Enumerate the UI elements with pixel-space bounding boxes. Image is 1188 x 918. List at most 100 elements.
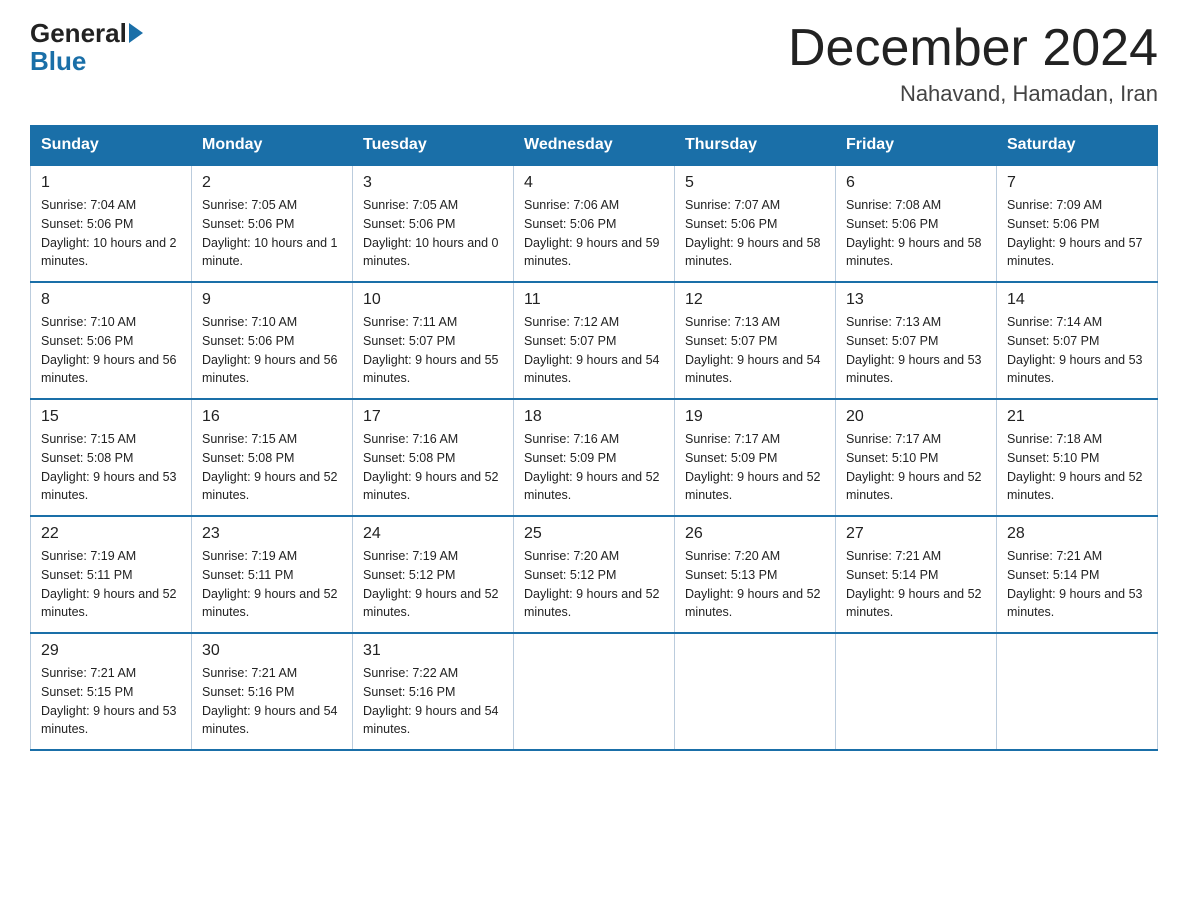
- day-info: Sunrise: 7:14 AMSunset: 5:07 PMDaylight:…: [1007, 313, 1147, 388]
- day-number: 5: [685, 174, 825, 192]
- day-info: Sunrise: 7:16 AMSunset: 5:08 PMDaylight:…: [363, 430, 503, 505]
- day-number: 4: [524, 174, 664, 192]
- calendar-cell: 21 Sunrise: 7:18 AMSunset: 5:10 PMDaylig…: [997, 399, 1158, 516]
- weekday-header-friday: Friday: [836, 126, 997, 166]
- logo-general: General: [30, 20, 127, 46]
- calendar-cell: 11 Sunrise: 7:12 AMSunset: 5:07 PMDaylig…: [514, 282, 675, 399]
- calendar-cell: [997, 633, 1158, 750]
- calendar-cell: 8 Sunrise: 7:10 AMSunset: 5:06 PMDayligh…: [31, 282, 192, 399]
- calendar-cell: 14 Sunrise: 7:14 AMSunset: 5:07 PMDaylig…: [997, 282, 1158, 399]
- calendar-week-row: 8 Sunrise: 7:10 AMSunset: 5:06 PMDayligh…: [31, 282, 1158, 399]
- day-info: Sunrise: 7:19 AMSunset: 5:11 PMDaylight:…: [41, 547, 181, 622]
- day-info: Sunrise: 7:05 AMSunset: 5:06 PMDaylight:…: [363, 196, 503, 271]
- day-number: 15: [41, 408, 181, 426]
- day-info: Sunrise: 7:20 AMSunset: 5:13 PMDaylight:…: [685, 547, 825, 622]
- day-number: 20: [846, 408, 986, 426]
- calendar-cell: 30 Sunrise: 7:21 AMSunset: 5:16 PMDaylig…: [192, 633, 353, 750]
- calendar-week-row: 1 Sunrise: 7:04 AMSunset: 5:06 PMDayligh…: [31, 165, 1158, 282]
- calendar-cell: 24 Sunrise: 7:19 AMSunset: 5:12 PMDaylig…: [353, 516, 514, 633]
- day-number: 29: [41, 642, 181, 660]
- day-info: Sunrise: 7:18 AMSunset: 5:10 PMDaylight:…: [1007, 430, 1147, 505]
- weekday-header-row: SundayMondayTuesdayWednesdayThursdayFrid…: [31, 126, 1158, 166]
- day-number: 24: [363, 525, 503, 543]
- calendar-cell: 13 Sunrise: 7:13 AMSunset: 5:07 PMDaylig…: [836, 282, 997, 399]
- logo: General Blue: [30, 20, 145, 77]
- day-number: 14: [1007, 291, 1147, 309]
- page-header: General Blue December 2024 Nahavand, Ham…: [30, 20, 1158, 107]
- day-number: 31: [363, 642, 503, 660]
- day-number: 28: [1007, 525, 1147, 543]
- calendar-cell: 3 Sunrise: 7:05 AMSunset: 5:06 PMDayligh…: [353, 165, 514, 282]
- day-number: 2: [202, 174, 342, 192]
- calendar-cell: 18 Sunrise: 7:16 AMSunset: 5:09 PMDaylig…: [514, 399, 675, 516]
- day-info: Sunrise: 7:08 AMSunset: 5:06 PMDaylight:…: [846, 196, 986, 271]
- day-info: Sunrise: 7:17 AMSunset: 5:09 PMDaylight:…: [685, 430, 825, 505]
- day-number: 1: [41, 174, 181, 192]
- day-number: 21: [1007, 408, 1147, 426]
- calendar-cell: 26 Sunrise: 7:20 AMSunset: 5:13 PMDaylig…: [675, 516, 836, 633]
- day-info: Sunrise: 7:12 AMSunset: 5:07 PMDaylight:…: [524, 313, 664, 388]
- calendar-cell: 23 Sunrise: 7:19 AMSunset: 5:11 PMDaylig…: [192, 516, 353, 633]
- weekday-header-tuesday: Tuesday: [353, 126, 514, 166]
- day-info: Sunrise: 7:11 AMSunset: 5:07 PMDaylight:…: [363, 313, 503, 388]
- calendar-cell: 10 Sunrise: 7:11 AMSunset: 5:07 PMDaylig…: [353, 282, 514, 399]
- calendar-week-row: 15 Sunrise: 7:15 AMSunset: 5:08 PMDaylig…: [31, 399, 1158, 516]
- calendar-cell: 6 Sunrise: 7:08 AMSunset: 5:06 PMDayligh…: [836, 165, 997, 282]
- day-info: Sunrise: 7:21 AMSunset: 5:15 PMDaylight:…: [41, 664, 181, 739]
- calendar-cell: 1 Sunrise: 7:04 AMSunset: 5:06 PMDayligh…: [31, 165, 192, 282]
- day-number: 16: [202, 408, 342, 426]
- day-info: Sunrise: 7:13 AMSunset: 5:07 PMDaylight:…: [685, 313, 825, 388]
- weekday-header-sunday: Sunday: [31, 126, 192, 166]
- day-number: 13: [846, 291, 986, 309]
- day-info: Sunrise: 7:13 AMSunset: 5:07 PMDaylight:…: [846, 313, 986, 388]
- calendar-week-row: 29 Sunrise: 7:21 AMSunset: 5:15 PMDaylig…: [31, 633, 1158, 750]
- weekday-header-thursday: Thursday: [675, 126, 836, 166]
- weekday-header-saturday: Saturday: [997, 126, 1158, 166]
- day-number: 8: [41, 291, 181, 309]
- calendar-cell: [836, 633, 997, 750]
- day-number: 18: [524, 408, 664, 426]
- day-info: Sunrise: 7:20 AMSunset: 5:12 PMDaylight:…: [524, 547, 664, 622]
- month-title: December 2024: [788, 20, 1158, 77]
- calendar-cell: 5 Sunrise: 7:07 AMSunset: 5:06 PMDayligh…: [675, 165, 836, 282]
- day-number: 27: [846, 525, 986, 543]
- calendar-cell: 9 Sunrise: 7:10 AMSunset: 5:06 PMDayligh…: [192, 282, 353, 399]
- day-number: 19: [685, 408, 825, 426]
- day-info: Sunrise: 7:05 AMSunset: 5:06 PMDaylight:…: [202, 196, 342, 271]
- title-block: December 2024 Nahavand, Hamadan, Iran: [788, 20, 1158, 107]
- day-info: Sunrise: 7:04 AMSunset: 5:06 PMDaylight:…: [41, 196, 181, 271]
- calendar-cell: [675, 633, 836, 750]
- calendar-cell: 12 Sunrise: 7:13 AMSunset: 5:07 PMDaylig…: [675, 282, 836, 399]
- day-number: 22: [41, 525, 181, 543]
- calendar-cell: 16 Sunrise: 7:15 AMSunset: 5:08 PMDaylig…: [192, 399, 353, 516]
- calendar-cell: 20 Sunrise: 7:17 AMSunset: 5:10 PMDaylig…: [836, 399, 997, 516]
- calendar-cell: 25 Sunrise: 7:20 AMSunset: 5:12 PMDaylig…: [514, 516, 675, 633]
- day-number: 10: [363, 291, 503, 309]
- day-number: 25: [524, 525, 664, 543]
- day-number: 7: [1007, 174, 1147, 192]
- day-number: 17: [363, 408, 503, 426]
- day-info: Sunrise: 7:06 AMSunset: 5:06 PMDaylight:…: [524, 196, 664, 271]
- day-number: 26: [685, 525, 825, 543]
- day-info: Sunrise: 7:19 AMSunset: 5:11 PMDaylight:…: [202, 547, 342, 622]
- calendar-cell: 19 Sunrise: 7:17 AMSunset: 5:09 PMDaylig…: [675, 399, 836, 516]
- calendar-cell: 29 Sunrise: 7:21 AMSunset: 5:15 PMDaylig…: [31, 633, 192, 750]
- location: Nahavand, Hamadan, Iran: [788, 81, 1158, 107]
- calendar-cell: 15 Sunrise: 7:15 AMSunset: 5:08 PMDaylig…: [31, 399, 192, 516]
- day-info: Sunrise: 7:10 AMSunset: 5:06 PMDaylight:…: [202, 313, 342, 388]
- weekday-header-wednesday: Wednesday: [514, 126, 675, 166]
- calendar-table: SundayMondayTuesdayWednesdayThursdayFrid…: [30, 125, 1158, 751]
- day-info: Sunrise: 7:21 AMSunset: 5:14 PMDaylight:…: [1007, 547, 1147, 622]
- day-number: 23: [202, 525, 342, 543]
- calendar-cell: 22 Sunrise: 7:19 AMSunset: 5:11 PMDaylig…: [31, 516, 192, 633]
- calendar-week-row: 22 Sunrise: 7:19 AMSunset: 5:11 PMDaylig…: [31, 516, 1158, 633]
- day-number: 12: [685, 291, 825, 309]
- day-info: Sunrise: 7:17 AMSunset: 5:10 PMDaylight:…: [846, 430, 986, 505]
- calendar-cell: [514, 633, 675, 750]
- calendar-cell: 28 Sunrise: 7:21 AMSunset: 5:14 PMDaylig…: [997, 516, 1158, 633]
- day-info: Sunrise: 7:16 AMSunset: 5:09 PMDaylight:…: [524, 430, 664, 505]
- calendar-cell: 4 Sunrise: 7:06 AMSunset: 5:06 PMDayligh…: [514, 165, 675, 282]
- calendar-cell: 17 Sunrise: 7:16 AMSunset: 5:08 PMDaylig…: [353, 399, 514, 516]
- day-number: 9: [202, 291, 342, 309]
- logo-blue: Blue: [30, 46, 86, 77]
